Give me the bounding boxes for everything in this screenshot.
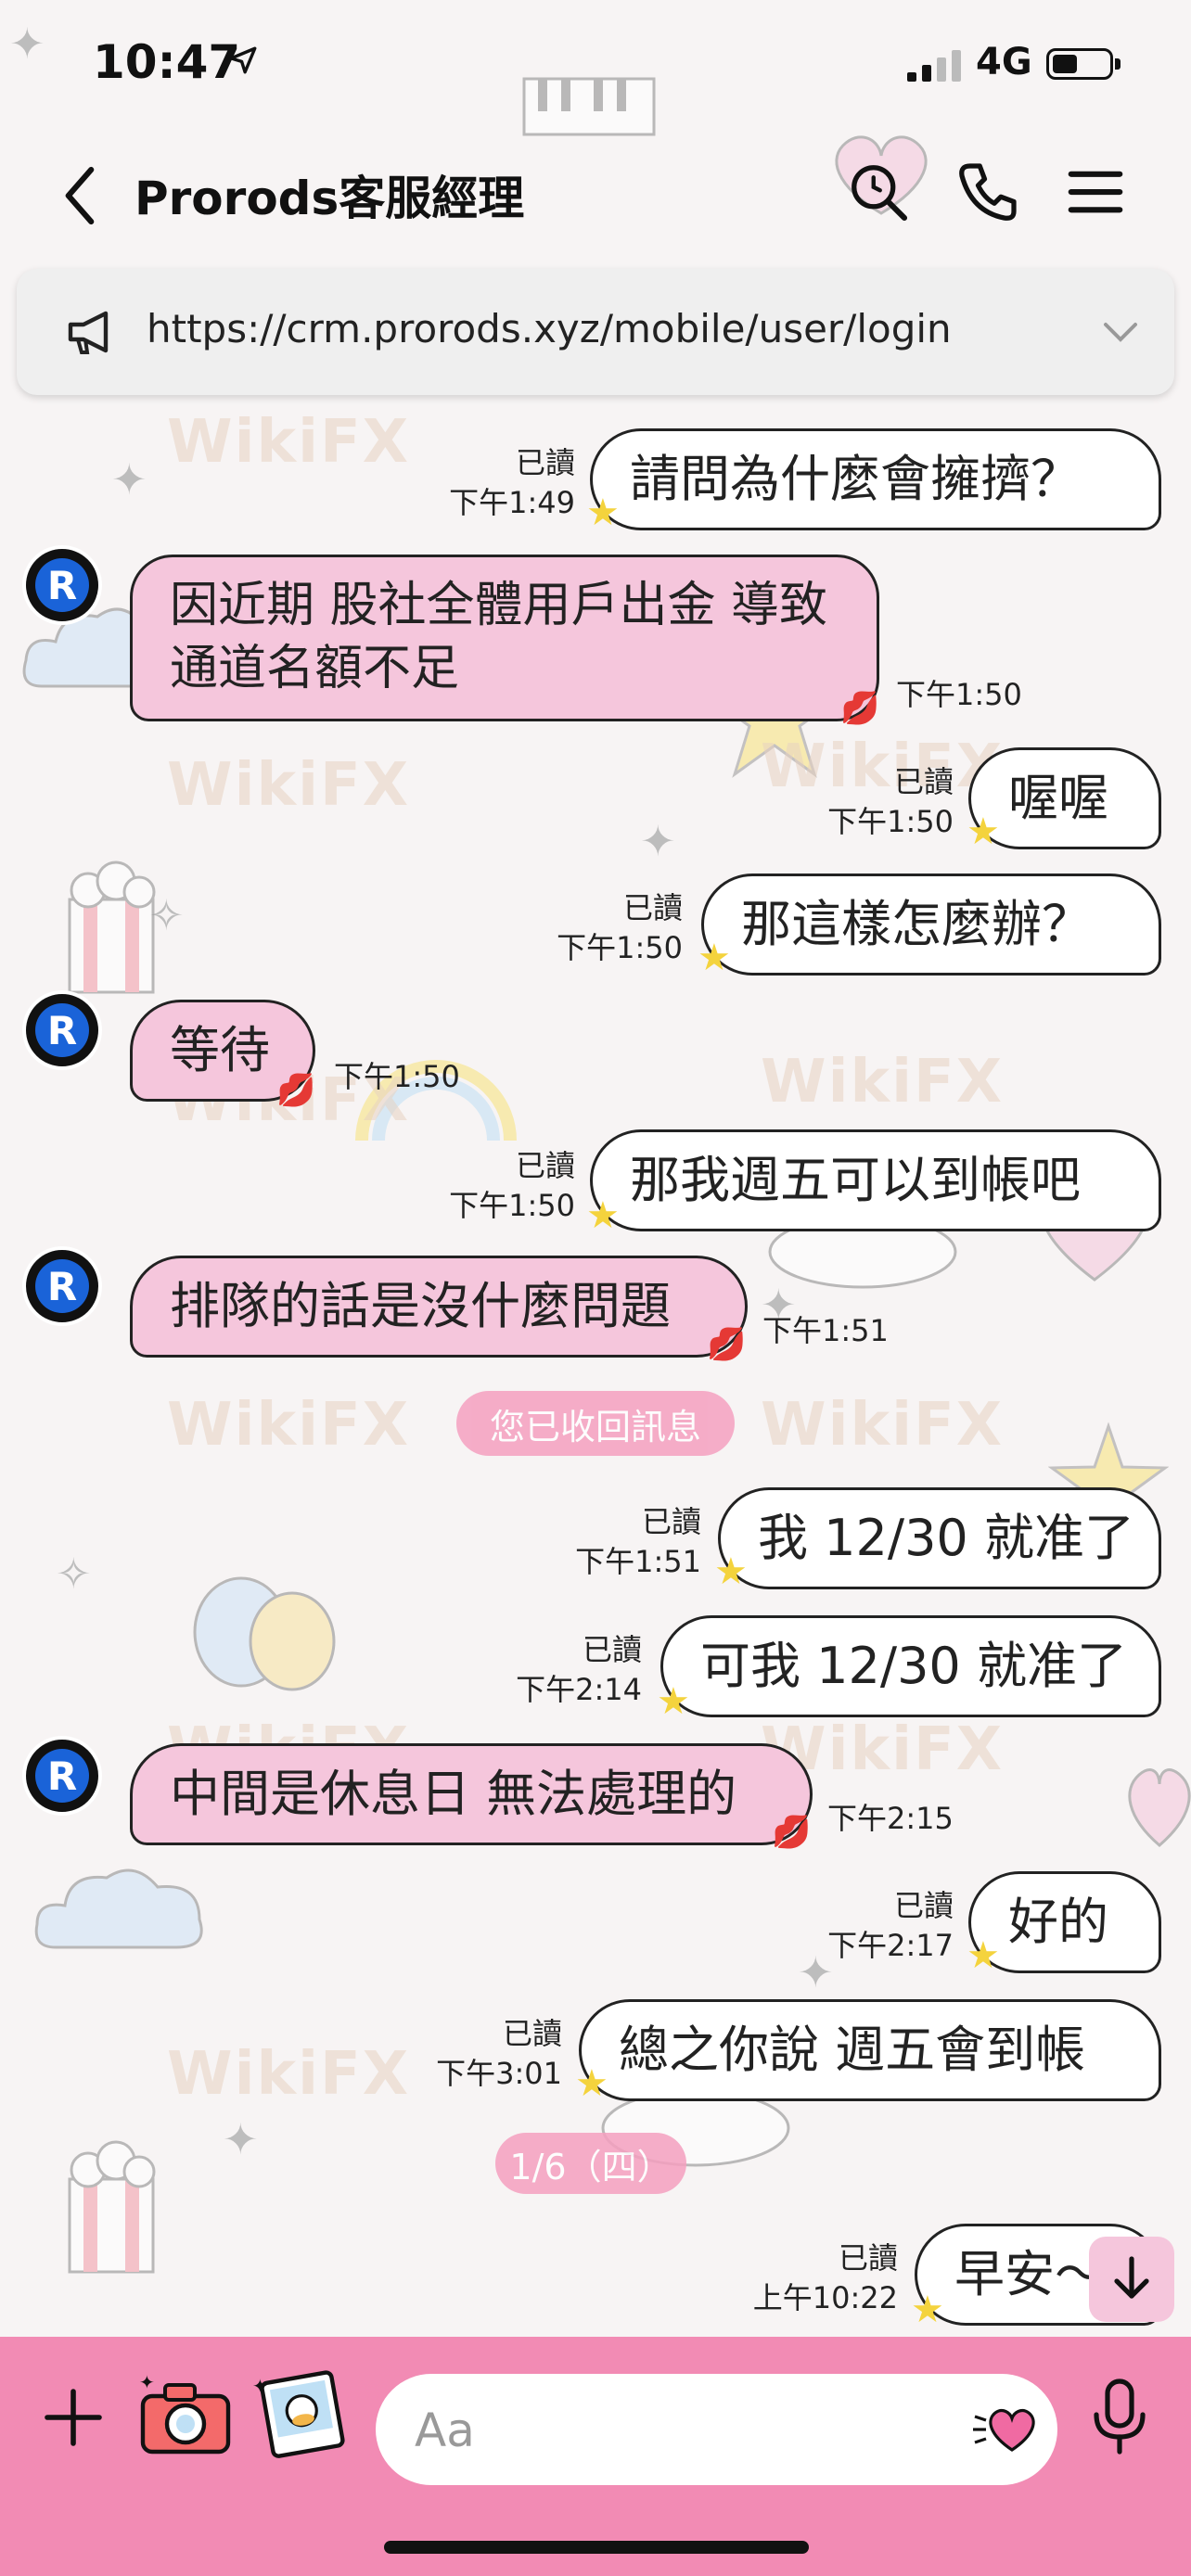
avatar[interactable]: R: [22, 990, 102, 1070]
message-time: 下午2:15: [827, 1801, 954, 1836]
message-time: 下午1:51: [762, 1313, 889, 1348]
message-meta: 已讀 下午1:50: [827, 764, 954, 840]
my-message-bubble[interactable]: 可我 12/30 就准了: [660, 1615, 1161, 1717]
star-mark-icon: ★: [586, 1194, 620, 1237]
home-indicator: [384, 2541, 809, 2554]
svg-text:✦: ✦: [252, 2375, 268, 2397]
lips-mark-icon: 💋: [276, 1072, 316, 1109]
star-mark-icon: ★: [967, 810, 1000, 853]
my-message-bubble[interactable]: 那我週五可以到帳吧: [590, 1129, 1161, 1231]
network-type: 4G: [976, 41, 1032, 83]
watermark: WikiFX: [761, 1048, 1005, 1116]
scroll-down-button[interactable]: [1089, 2237, 1174, 2322]
message-input[interactable]: Aa: [376, 2374, 1057, 2485]
my-message-bubble[interactable]: 請問為什麼會擁擠？: [590, 428, 1161, 530]
star-decor-icon: ✦: [111, 454, 147, 504]
star-mark-icon: ★: [586, 491, 620, 534]
chevron-down-icon[interactable]: [1102, 321, 1139, 345]
star-mark-icon: ★: [575, 2062, 608, 2105]
popcorn-doodle-icon: [68, 861, 156, 994]
my-message-bubble[interactable]: 那這樣怎麼辦？: [701, 874, 1161, 976]
their-message-bubble[interactable]: 中間是休息日 無法處理的: [130, 1743, 813, 1845]
message-input-placeholder: Aa: [415, 2404, 475, 2457]
menu-icon[interactable]: [1063, 159, 1128, 224]
back-arrow-icon[interactable]: [52, 163, 108, 228]
message-meta: 已讀 下午1:50: [557, 890, 683, 966]
watermark: WikiFX: [167, 2040, 411, 2109]
lips-mark-icon: 💋: [772, 1814, 812, 1851]
star-mark-icon: ★: [911, 2289, 944, 2331]
their-message-bubble[interactable]: 因近期 股社全體用戶出金 導致通道名額不足: [130, 555, 879, 721]
date-divider: 1/6（四）: [495, 2133, 686, 2194]
sticker-heart-icon[interactable]: [971, 2402, 1042, 2457]
chat-title: Prorods客服經理: [134, 172, 525, 225]
avatar[interactable]: R: [22, 545, 102, 625]
message-meta: 已讀 下午2:17: [827, 1888, 954, 1964]
battery-tip: [1115, 58, 1121, 70]
popcorn-doodle-icon: [68, 2140, 156, 2274]
star-decor-icon: ✧: [56, 1549, 92, 1599]
message-meta: 已讀 下午1:49: [449, 445, 575, 521]
watermark: WikiFX: [167, 1391, 411, 1460]
message-time: 下午1:50: [334, 1059, 460, 1094]
unsent-notice: 您已收回訊息: [456, 1391, 735, 1456]
heart-doodle-icon: [1128, 1768, 1191, 1847]
message-time: 下午1:50: [896, 677, 1022, 712]
message-meta: 已讀 下午2:14: [516, 1632, 642, 1708]
my-message-bubble[interactable]: 我 12/30 就准了: [718, 1487, 1161, 1589]
star-decor-icon: ✦: [640, 816, 676, 866]
star-mark-icon: ★: [698, 937, 731, 979]
location-arrow-icon: [229, 46, 257, 74]
their-message-bubble[interactable]: 排隊的話是沒什麼問題: [130, 1256, 748, 1358]
announcement-url[interactable]: https://crm.prorods.xyz/mobile/user/logi…: [147, 306, 952, 351]
message-meta: 已讀 下午1:50: [449, 1148, 575, 1224]
signal-icon: [907, 50, 961, 82]
microphone-icon[interactable]: [1087, 2378, 1152, 2457]
lips-mark-icon: 💋: [707, 1326, 747, 1363]
search-icon[interactable]: [846, 159, 911, 224]
star-mark-icon: ★: [967, 1934, 1000, 1977]
avatar[interactable]: R: [22, 1736, 102, 1816]
message-meta: 已讀 下午1:51: [575, 1504, 701, 1580]
svg-text:✦: ✦: [139, 2371, 155, 2393]
photo-icon[interactable]: ✦: [252, 2366, 351, 2465]
announcement-banner[interactable]: https://crm.prorods.xyz/mobile/user/logi…: [17, 269, 1174, 395]
watermark: WikiFX: [761, 1391, 1005, 1460]
plus-icon[interactable]: [41, 2385, 106, 2450]
watermark: WikiFX: [167, 408, 411, 477]
message-meta: 已讀 上午10:22: [752, 2240, 898, 2316]
lips-mark-icon: 💋: [840, 690, 880, 727]
star-mark-icon: ★: [714, 1550, 748, 1593]
status-time: 10:47: [93, 35, 241, 89]
my-message-bubble[interactable]: 總之你說 週五會到帳: [579, 1999, 1161, 2101]
star-mark-icon: ★: [657, 1680, 690, 1723]
camera-icon[interactable]: ✦: [135, 2370, 237, 2459]
watermark: WikiFX: [167, 751, 411, 820]
scroll-down-arrow-icon: [1114, 2256, 1149, 2299]
star-decor-icon: ✦: [223, 2114, 259, 2164]
phone-icon[interactable]: [955, 159, 1020, 224]
megaphone-icon: [68, 311, 109, 354]
cloud-doodle-icon: [34, 1868, 203, 1949]
battery-icon: [1046, 48, 1113, 80]
message-meta: 已讀 下午3:01: [436, 2016, 562, 2092]
status-bar: 10:47 4G: [0, 0, 1191, 139]
avatar[interactable]: R: [22, 1246, 102, 1326]
